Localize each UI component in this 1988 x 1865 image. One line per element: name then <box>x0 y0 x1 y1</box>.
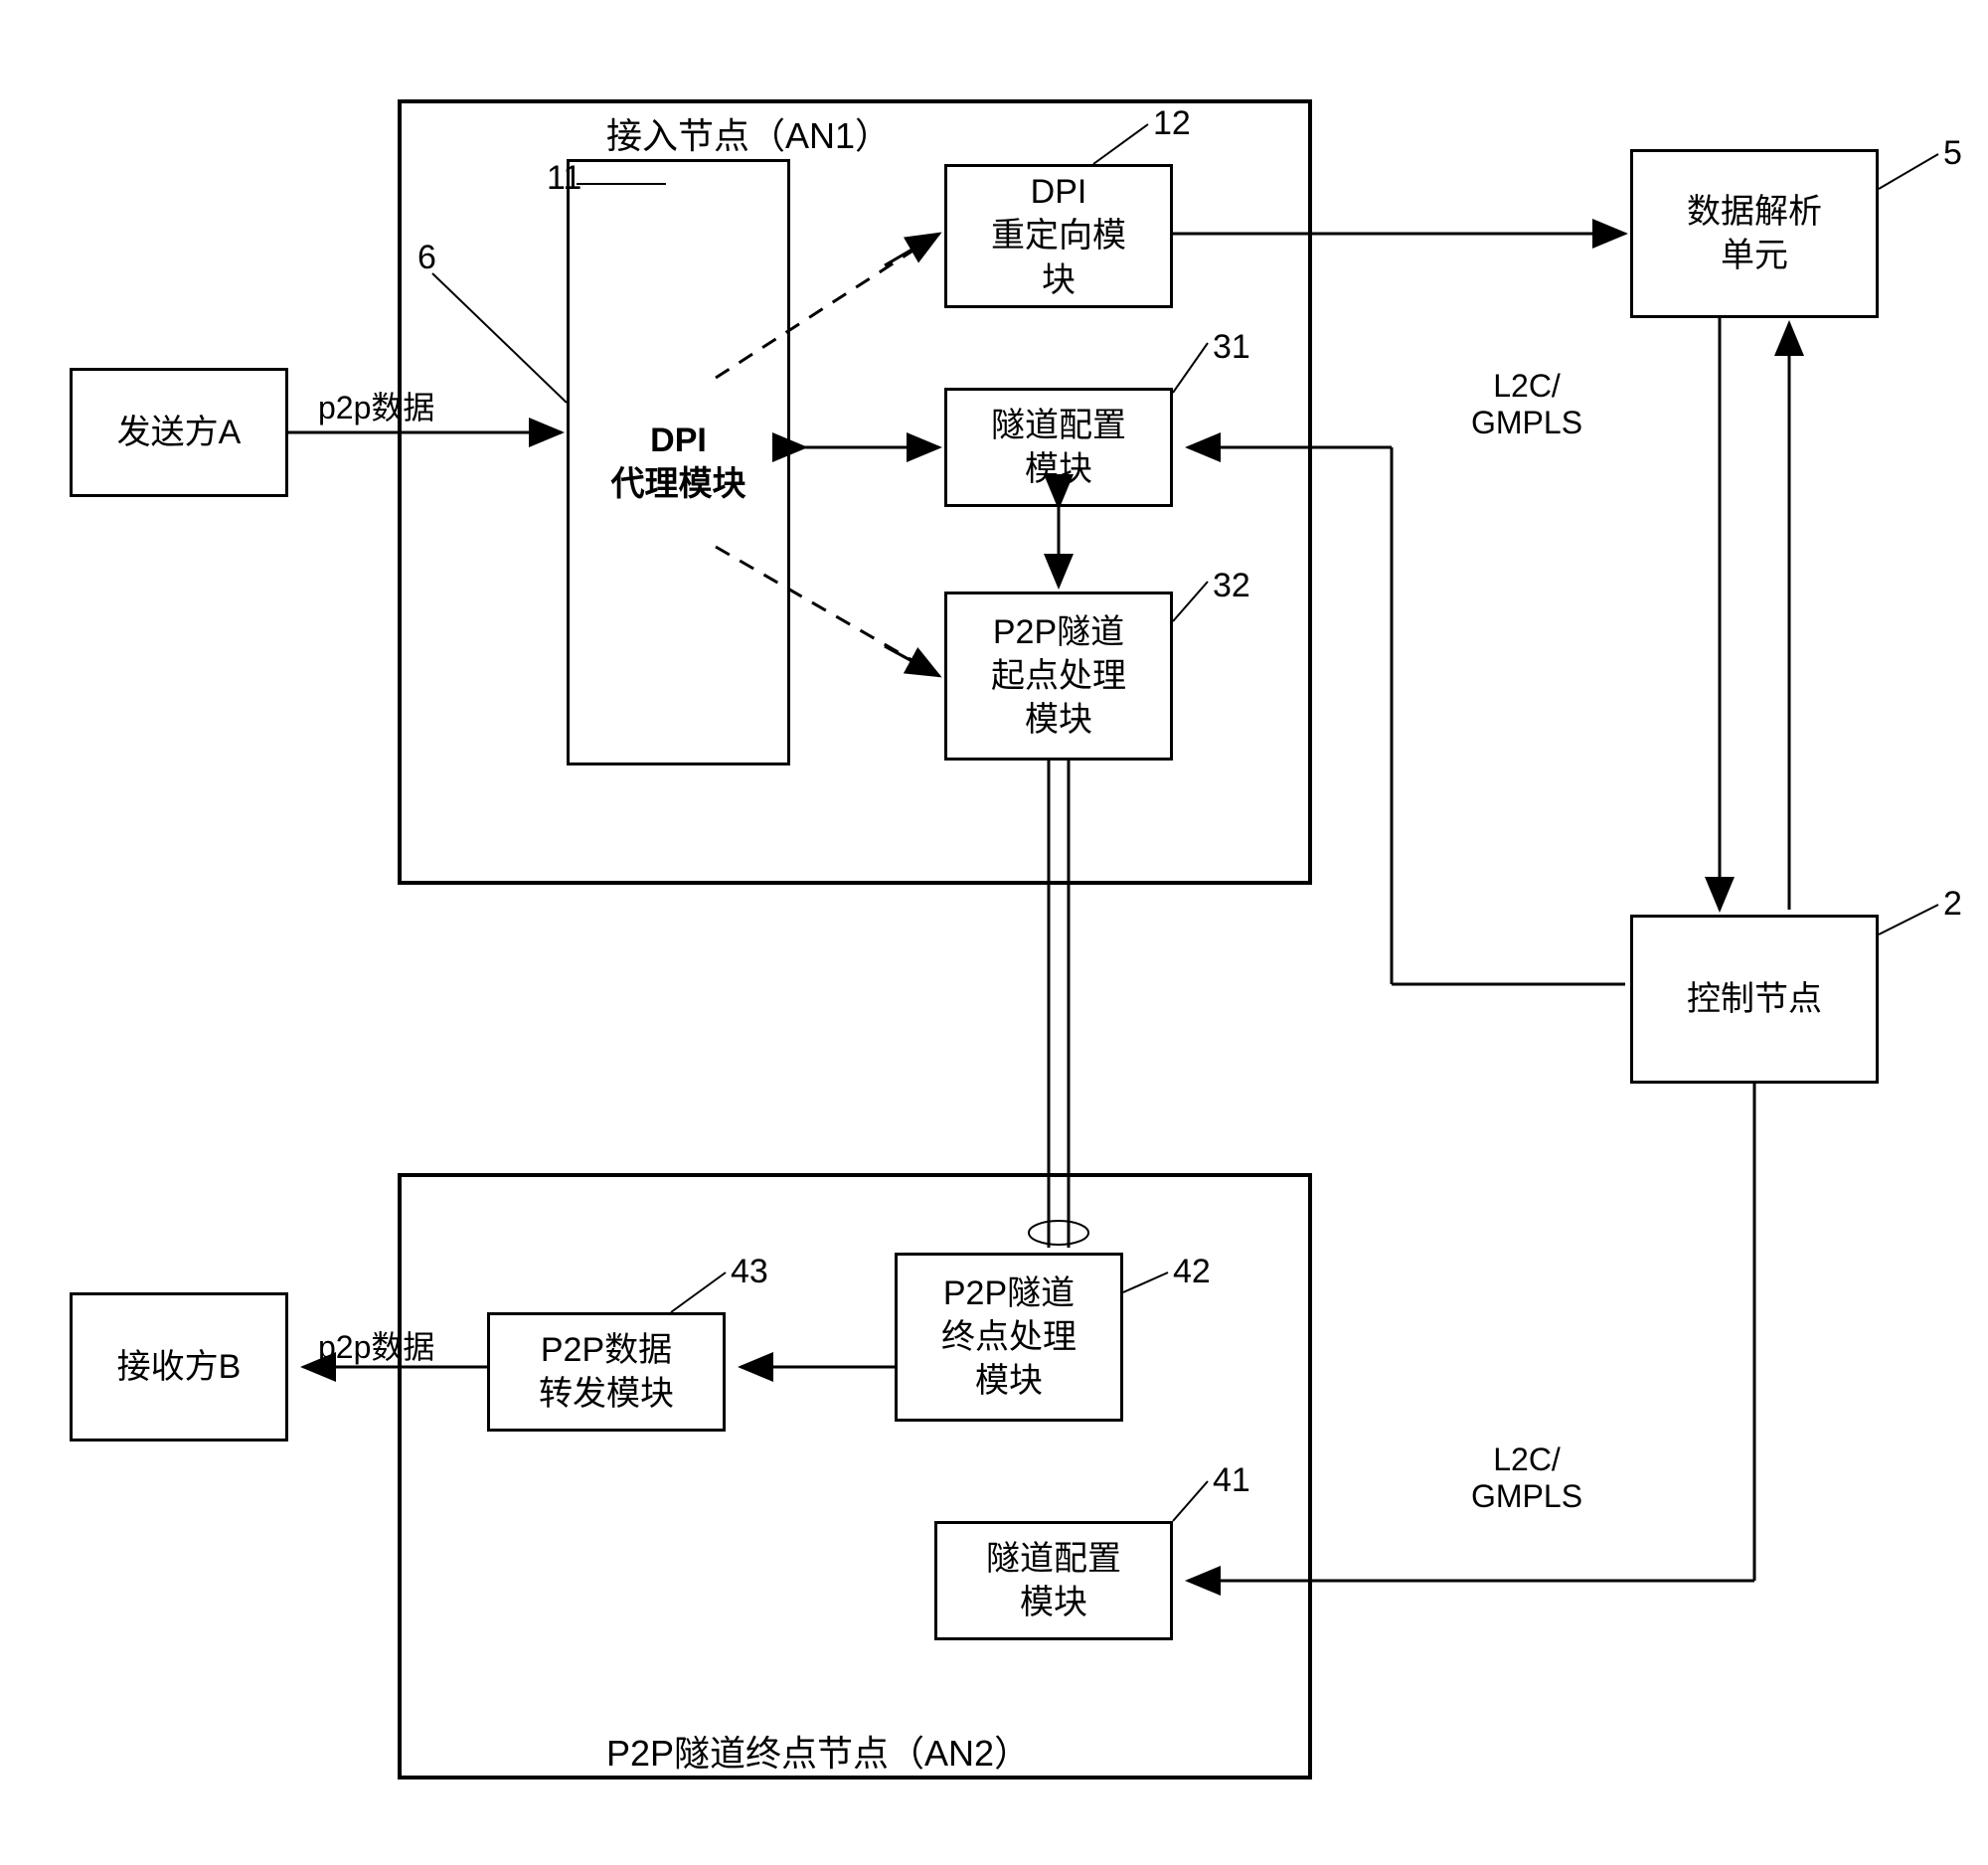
ref-2: 2 <box>1943 885 1962 924</box>
tunnel-config-1-box: 隧道配置 模块 <box>944 388 1173 507</box>
p2p-tunnel-end-box: P2P隧道 终点处理 模块 <box>895 1253 1123 1422</box>
an2-title: P2P隧道终点节点（AN2） <box>606 1725 1030 1777</box>
data-parse-label: 数据解析 单元 <box>1687 190 1822 277</box>
ref-41: 41 <box>1213 1461 1250 1500</box>
control-node-box: 控制节点 <box>1630 915 1879 1084</box>
receiver-label: 接收方B <box>117 1345 242 1389</box>
data-parse-box: 数据解析 单元 <box>1630 149 1879 318</box>
ref-5: 5 <box>1943 134 1962 173</box>
receiver-box: 接收方B <box>70 1292 288 1441</box>
ref-12: 12 <box>1153 104 1191 143</box>
control-node-label: 控制节点 <box>1687 977 1822 1021</box>
sender-label: 发送方A <box>117 411 242 454</box>
dpi-proxy-label: DPI 代理模块 <box>611 419 746 506</box>
p2p-data-top-label: p2p数据 <box>318 383 434 428</box>
ref-11: 11 <box>547 159 581 198</box>
p2p-data-forward-label: P2P数据 转发模块 <box>539 1328 674 1416</box>
ref-32: 32 <box>1213 567 1250 605</box>
tunnel-config-2-box: 隧道配置 模块 <box>934 1521 1173 1640</box>
ref-31: 31 <box>1213 328 1250 367</box>
ref-6: 6 <box>417 239 436 277</box>
l2c-gmpls-bottom-label: L2C/ GMPLS <box>1471 1441 1582 1515</box>
p2p-tunnel-end-label: P2P隧道 终点处理 模块 <box>941 1272 1077 1404</box>
ref-42: 42 <box>1173 1253 1211 1291</box>
p2p-tunnel-start-box: P2P隧道 起点处理 模块 <box>944 592 1173 761</box>
an1-title: 接入节点（AN1） <box>606 107 891 159</box>
p2p-tunnel-start-label: P2P隧道 起点处理 模块 <box>991 610 1126 743</box>
sender-box: 发送方A <box>70 368 288 497</box>
ref-43: 43 <box>731 1253 768 1291</box>
p2p-data-forward-box: P2P数据 转发模块 <box>487 1312 726 1432</box>
tunnel-config-1-label: 隧道配置 模块 <box>991 404 1126 491</box>
dpi-proxy-box: DPI 代理模块 <box>572 388 785 537</box>
dpi-redirect-box: DPI 重定向模 块 <box>944 164 1173 308</box>
p2p-data-bottom-label: p2p数据 <box>318 1322 434 1368</box>
dpi-redirect-label: DPI 重定向模 块 <box>991 170 1126 302</box>
tunnel-config-2-label: 隧道配置 模块 <box>986 1537 1121 1624</box>
container-an1 <box>398 99 1312 885</box>
l2c-gmpls-top-label: L2C/ GMPLS <box>1471 368 1582 441</box>
